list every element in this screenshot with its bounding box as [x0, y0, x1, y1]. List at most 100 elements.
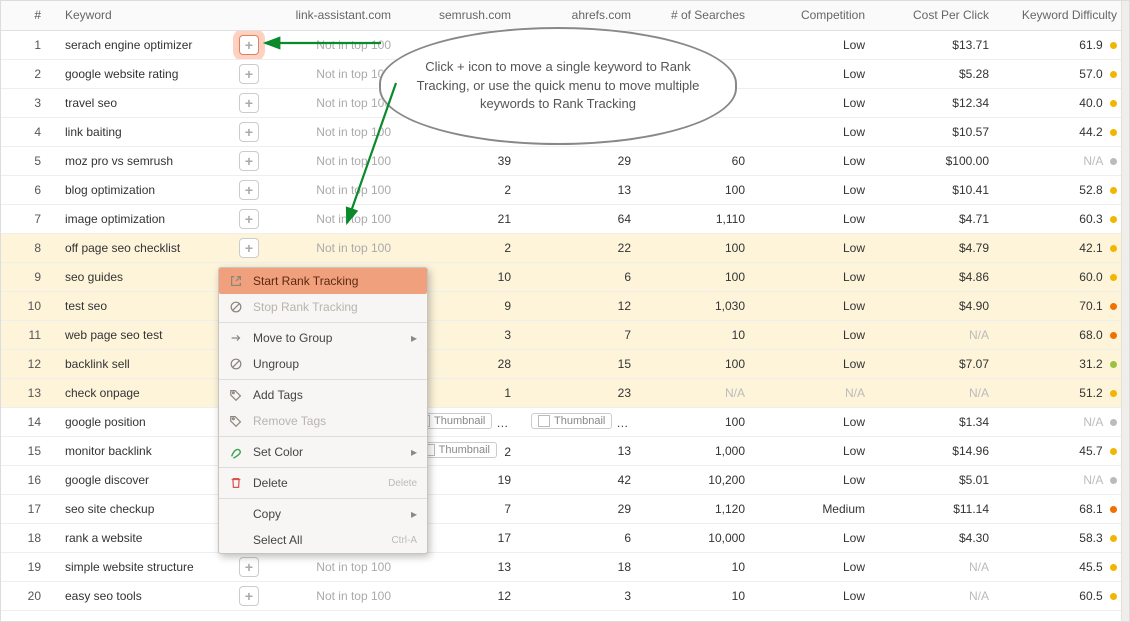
- menu-separator: [219, 467, 427, 468]
- keyword-text: off page seo checklist: [65, 241, 229, 255]
- ahrefs-cell: 29: [525, 146, 645, 175]
- instruction-callout: Click + icon to move a single keyword to…: [379, 27, 737, 145]
- link-assistant-cell: Not in top 100: [265, 552, 405, 581]
- link-assistant-cell: Not in top 100: [265, 175, 405, 204]
- keyword-cell: image optimization+: [59, 204, 265, 233]
- cpc-cell: $10.57: [879, 117, 1003, 146]
- thumbnail-badge[interactable]: Thumbnail: [531, 413, 612, 429]
- keyword-text: test seo: [65, 299, 229, 313]
- menu-set-color[interactable]: Set Color ▸: [219, 439, 427, 465]
- ahrefs-cell: 6: [525, 262, 645, 291]
- table-row[interactable]: 9seo guides+106100Low$4.8660.0: [1, 262, 1130, 291]
- competition-cell: Low: [759, 436, 879, 465]
- menu-select-all[interactable]: Select All Ctrl-A: [219, 527, 427, 553]
- add-to-rank-tracking-button[interactable]: +: [239, 122, 259, 142]
- competition-cell: Low: [759, 175, 879, 204]
- add-to-rank-tracking-button[interactable]: +: [239, 35, 259, 55]
- tag-icon: [229, 388, 243, 402]
- add-to-rank-tracking-button[interactable]: +: [239, 238, 259, 258]
- difficulty-dot-icon: [1110, 71, 1117, 78]
- keyword-text: backlink sell: [65, 357, 229, 371]
- searches-cell: 1,000: [645, 436, 759, 465]
- table-row[interactable]: 19simple website structure+Not in top 10…: [1, 552, 1130, 581]
- menu-copy[interactable]: Copy ▸: [219, 501, 427, 527]
- row-number: 10: [1, 291, 59, 320]
- difficulty-cell: N/A: [1003, 146, 1130, 175]
- table-row[interactable]: 13check onpage+123N/AN/AN/A51.2: [1, 378, 1130, 407]
- difficulty-dot-icon: [1110, 100, 1117, 107]
- difficulty-cell: 57.0: [1003, 59, 1130, 88]
- searches-cell: 1,120: [645, 494, 759, 523]
- difficulty-dot-icon: [1110, 129, 1117, 136]
- link-assistant-cell: Not in top 100: [265, 146, 405, 175]
- competition-cell: Low: [759, 204, 879, 233]
- add-to-rank-tracking-button[interactable]: +: [239, 64, 259, 84]
- col-searches[interactable]: # of Searches: [645, 1, 759, 30]
- ahrefs-cell: 13: [525, 175, 645, 204]
- menu-shortcut: Ctrl-A: [391, 535, 417, 546]
- row-number: 13: [1, 378, 59, 407]
- cpc-cell: $4.79: [879, 233, 1003, 262]
- searches-cell: 100: [645, 233, 759, 262]
- keyword-text: seo guides: [65, 270, 229, 284]
- table-row[interactable]: 18rank a website+17610,000Low$4.3058.3: [1, 523, 1130, 552]
- add-to-rank-tracking-button[interactable]: +: [239, 93, 259, 113]
- table-row[interactable]: 5moz pro vs semrush+Not in top 100392960…: [1, 146, 1130, 175]
- app-frame: { "columns": { "num": "#", "keyword": "K…: [0, 0, 1130, 622]
- menu-move-to-group[interactable]: Move to Group ▸: [219, 325, 427, 351]
- table-row[interactable]: 16google discover+194210,200Low$5.01N/A: [1, 465, 1130, 494]
- ahrefs-cell: 22: [525, 233, 645, 262]
- add-to-rank-tracking-button[interactable]: +: [239, 180, 259, 200]
- cpc-cell: $7.07: [879, 349, 1003, 378]
- keyword-text: google discover: [65, 473, 229, 487]
- table-row[interactable]: 10test seo+9121,030Low$4.9070.1: [1, 291, 1130, 320]
- table-row[interactable]: 17seo site checkup+7291,120Medium$11.146…: [1, 494, 1130, 523]
- col-difficulty[interactable]: Keyword Difficulty: [1003, 1, 1130, 30]
- row-number: 19: [1, 552, 59, 581]
- table-row[interactable]: 12backlink sell+2815100Low$7.0731.2: [1, 349, 1130, 378]
- keyword-text: blog optimization: [65, 183, 229, 197]
- row-number: 7: [1, 204, 59, 233]
- cpc-cell: N/A: [879, 581, 1003, 610]
- add-to-rank-tracking-button[interactable]: +: [239, 209, 259, 229]
- col-cpc[interactable]: Cost Per Click: [879, 1, 1003, 30]
- difficulty-dot-icon: [1110, 477, 1117, 484]
- difficulty-cell: 61.9: [1003, 30, 1130, 59]
- table-row[interactable]: 11web page seo test+3710LowN/A68.0: [1, 320, 1130, 349]
- ahrefs-cell: 42: [525, 465, 645, 494]
- add-to-rank-tracking-button[interactable]: +: [239, 151, 259, 171]
- link-assistant-cell: Not in top 100: [265, 204, 405, 233]
- scrollbar-track[interactable]: [1121, 1, 1129, 621]
- table-row[interactable]: 7image optimization+Not in top 10021641,…: [1, 204, 1130, 233]
- difficulty-dot-icon: [1110, 245, 1117, 252]
- add-to-rank-tracking-button[interactable]: +: [239, 586, 259, 606]
- competition-cell: Low: [759, 146, 879, 175]
- menu-delete[interactable]: Delete Delete: [219, 470, 427, 496]
- competition-cell: Low: [759, 581, 879, 610]
- table-row[interactable]: 6blog optimization+Not in top 100213100L…: [1, 175, 1130, 204]
- menu-label: Move to Group: [253, 331, 332, 345]
- menu-ungroup[interactable]: Ungroup: [219, 351, 427, 377]
- table-row[interactable]: 14google position+Thumbnail 17Thumbnail …: [1, 407, 1130, 436]
- table-row[interactable]: 15monitor backlink+Thumbnail 2131,000Low…: [1, 436, 1130, 465]
- menu-label: Select All: [253, 533, 302, 547]
- col-number[interactable]: #: [1, 1, 59, 30]
- col-semrush[interactable]: semrush.com: [405, 1, 525, 30]
- col-keyword[interactable]: Keyword: [59, 1, 265, 30]
- cpc-cell: N/A: [879, 320, 1003, 349]
- chevron-right-icon: ▸: [411, 445, 417, 459]
- col-link-assistant[interactable]: link-assistant.com: [265, 1, 405, 30]
- cpc-cell: $12.34: [879, 88, 1003, 117]
- add-to-rank-tracking-button[interactable]: +: [239, 557, 259, 577]
- col-competition[interactable]: Competition: [759, 1, 879, 30]
- keyword-text: web page seo test: [65, 328, 229, 342]
- competition-cell: N/A: [759, 378, 879, 407]
- searches-cell: 1,030: [645, 291, 759, 320]
- searches-cell: 10,200: [645, 465, 759, 494]
- table-row[interactable]: 8off page seo checklist+Not in top 10022…: [1, 233, 1130, 262]
- menu-add-tags[interactable]: Add Tags: [219, 382, 427, 408]
- col-ahrefs[interactable]: ahrefs.com: [525, 1, 645, 30]
- table-row[interactable]: 20easy seo tools+Not in top 10012310LowN…: [1, 581, 1130, 610]
- menu-start-rank-tracking[interactable]: Start Rank Tracking: [219, 268, 427, 294]
- context-menu: Start Rank Tracking Stop Rank Tracking M…: [218, 267, 428, 554]
